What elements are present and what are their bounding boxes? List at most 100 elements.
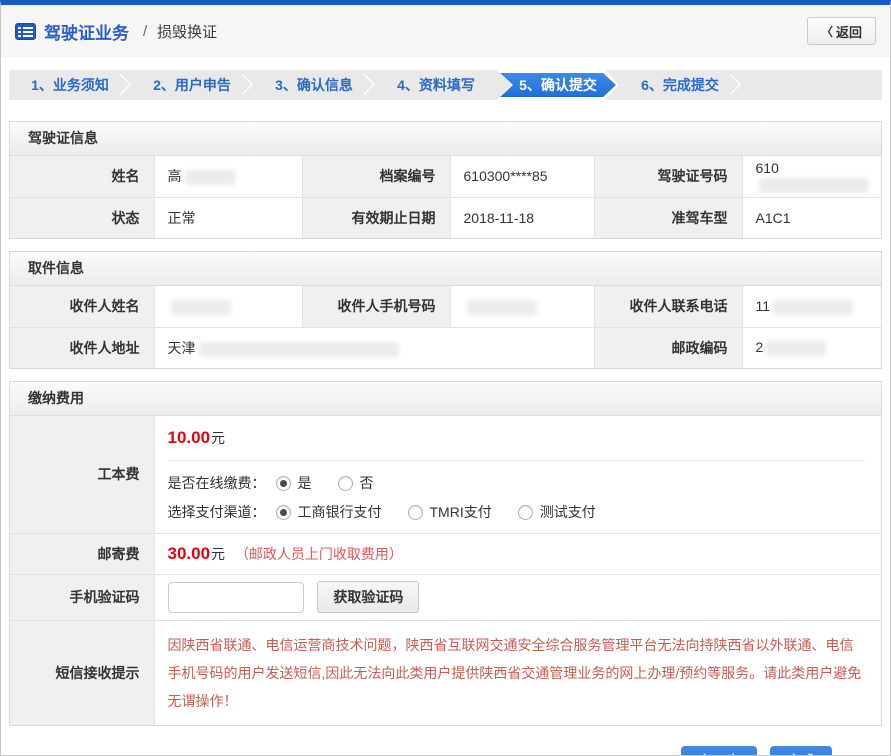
- expiry-date-label: 有效期止日期: [302, 197, 450, 238]
- list-icon: [15, 23, 36, 40]
- file-number-label: 档案编号: [302, 156, 450, 197]
- radio-online-yes[interactable]: 是: [276, 473, 312, 493]
- recipient-phone-label: 收件人联系电话: [594, 286, 742, 327]
- tab-step-3: 3、确认信息: [253, 70, 375, 100]
- production-fee-amount: 10.00元: [168, 428, 866, 448]
- tab-step-3-label: 3、确认信息: [275, 75, 353, 95]
- payment-channel-label: 选择支付渠道：: [168, 502, 266, 522]
- online-payment-label: 是否在线缴费：: [168, 473, 266, 493]
- breadcrumb-separator: /: [143, 23, 147, 40]
- get-captcha-button[interactable]: 获取验证码: [317, 581, 419, 613]
- redacted-blur: [773, 300, 853, 315]
- vehicle-class-label: 准驾车型: [594, 197, 742, 238]
- online-payment-row: 是否在线缴费： 是 否: [168, 473, 866, 493]
- redacted-blur: [185, 170, 235, 185]
- postal-code-label: 邮政编码: [594, 327, 742, 368]
- divider: [168, 460, 866, 461]
- previous-step-button[interactable]: 上一步: [681, 746, 757, 756]
- name-value: 高: [154, 156, 302, 197]
- redacted-blur: [467, 300, 537, 315]
- redacted-blur: [199, 342, 399, 357]
- pickup-info-table: 收件人姓名 收件人手机号码 收件人联系电话 11 收件人地址 天津 邮政编码 2: [10, 286, 881, 368]
- tab-step-2-label: 2、用户申告: [153, 75, 231, 95]
- tab-step-6: 6、完成提交: [619, 70, 741, 100]
- radio-channel-icbc[interactable]: 工商银行支付: [276, 502, 382, 522]
- section-pickup-info: 取件信息 收件人姓名 收件人手机号码 收件人联系电话 11 收件人地址 天津 邮…: [9, 251, 882, 369]
- chevron-left-icon: 〈: [821, 23, 833, 40]
- section-fees: 缴纳费用 工本费 10.00元 是否在线缴费： 是: [9, 381, 882, 726]
- section-license-info: 驾驶证信息 姓名 高 档案编号 610300****85 驾驶证号码 610 状…: [9, 121, 882, 239]
- recipient-name-label: 收件人姓名: [10, 286, 154, 327]
- tab-step-4-label: 4、资料填写: [397, 75, 475, 95]
- page: 驾驶证业务 / 损毁换证 〈 返回 1、业务须知 2、用户申告 3、确认信息 4…: [0, 0, 891, 756]
- tab-step-1: 1、业务须知: [9, 70, 131, 100]
- expiry-date-value: 2018-11-18: [450, 197, 594, 238]
- section-fees-title: 缴纳费用: [10, 382, 881, 416]
- tab-step-1-label: 1、业务须知: [31, 75, 109, 95]
- tab-step-5-active: 5、确认提交: [497, 70, 619, 100]
- sms-notice-cell: 因陕西省联通、电信运营商技术问题，陕西省互联网交通安全综合服务管理平台无法向持陕…: [154, 620, 881, 725]
- radio-unchecked-icon: [338, 476, 353, 491]
- radio-online-no-label: 否: [360, 473, 374, 493]
- fees-table: 工本费 10.00元 是否在线缴费： 是 否: [10, 416, 881, 725]
- radio-channel-tmri[interactable]: TMRI支付: [408, 502, 492, 522]
- status-label: 状态: [10, 197, 154, 238]
- radio-checked-icon: [276, 476, 291, 491]
- radio-channel-tmri-label: TMRI支付: [430, 502, 492, 522]
- step-tabs: 1、业务须知 2、用户申告 3、确认信息 4、资料填写 5、确认提交 6、完成提…: [9, 70, 882, 100]
- recipient-name-value: [154, 286, 302, 327]
- table-row: 收件人地址 天津 邮政编码 2: [10, 327, 881, 368]
- radio-checked-icon: [276, 505, 291, 520]
- table-row: 工本费 10.00元 是否在线缴费： 是 否: [10, 416, 881, 533]
- tab-step-5-arrow: 5、确认提交: [500, 73, 616, 97]
- license-number-label: 驾驶证号码: [594, 156, 742, 197]
- sms-notice-label: 短信接收提示: [10, 620, 154, 725]
- page-header: 驾驶证业务 / 损毁换证 〈 返回: [1, 5, 890, 57]
- name-label: 姓名: [10, 156, 154, 197]
- tab-step-4: 4、资料填写: [375, 70, 497, 100]
- table-row: 收件人姓名 收件人手机号码 收件人联系电话 11: [10, 286, 881, 327]
- vehicle-class-value: A1C1: [742, 197, 881, 238]
- radio-channel-icbc-label: 工商银行支付: [298, 502, 382, 522]
- table-row: 状态 正常 有效期止日期 2018-11-18 准驾车型 A1C1: [10, 197, 881, 238]
- sms-notice-text: 因陕西省联通、电信运营商技术问题，陕西省互联网交通安全综合服务管理平台无法向持陕…: [168, 621, 882, 725]
- finish-button[interactable]: 完成: [770, 746, 832, 756]
- recipient-mobile-value: [450, 286, 594, 327]
- redacted-blur: [766, 341, 826, 356]
- status-value: 正常: [154, 197, 302, 238]
- section-license-title: 驾驶证信息: [10, 122, 881, 156]
- section-pickup-title: 取件信息: [10, 252, 881, 286]
- file-number-value: 610300****85: [450, 156, 594, 197]
- page-subtitle: 损毁换证: [157, 21, 217, 42]
- postal-code-value: 2: [742, 327, 881, 368]
- tab-step-6-label: 6、完成提交: [641, 75, 719, 95]
- back-button[interactable]: 〈 返回: [807, 17, 876, 45]
- redacted-blur: [171, 300, 231, 315]
- redacted-blur: [759, 178, 869, 193]
- radio-channel-test[interactable]: 测试支付: [518, 502, 596, 522]
- mailing-fee-note: （邮政人员上门收取费用）: [235, 546, 403, 562]
- mailing-fee-cell: 30.00元 （邮政人员上门收取费用）: [154, 533, 881, 574]
- table-row: 姓名 高 档案编号 610300****85 驾驶证号码 610: [10, 156, 881, 197]
- chevron-right-icon: [720, 74, 741, 95]
- payment-channel-row: 选择支付渠道： 工商银行支付 TMRI支付 测试支付: [168, 502, 866, 522]
- captcha-label: 手机验证码: [10, 574, 154, 620]
- radio-online-no[interactable]: 否: [338, 473, 374, 493]
- radio-unchecked-icon: [518, 505, 533, 520]
- radio-online-yes-label: 是: [298, 473, 312, 493]
- radio-channel-test-label: 测试支付: [540, 502, 596, 522]
- recipient-mobile-label: 收件人手机号码: [302, 286, 450, 327]
- license-number-value: 610: [742, 156, 881, 197]
- captcha-cell: 获取验证码: [154, 574, 881, 620]
- captcha-input[interactable]: [168, 582, 304, 613]
- tab-step-5-label: 5、确认提交: [519, 75, 597, 95]
- license-info-table: 姓名 高 档案编号 610300****85 驾驶证号码 610 状态 正常 有…: [10, 156, 881, 238]
- recipient-address-label: 收件人地址: [10, 327, 154, 368]
- radio-unchecked-icon: [408, 505, 423, 520]
- footer-actions: 上一步 完成: [1, 746, 890, 756]
- tab-step-2: 2、用户申告: [131, 70, 253, 100]
- recipient-phone-value: 11: [742, 286, 881, 327]
- chevron-right-icon: [110, 74, 131, 95]
- production-fee-cell: 10.00元 是否在线缴费： 是 否: [154, 416, 881, 533]
- breadcrumb: 驾驶证业务 / 损毁换证: [15, 19, 217, 44]
